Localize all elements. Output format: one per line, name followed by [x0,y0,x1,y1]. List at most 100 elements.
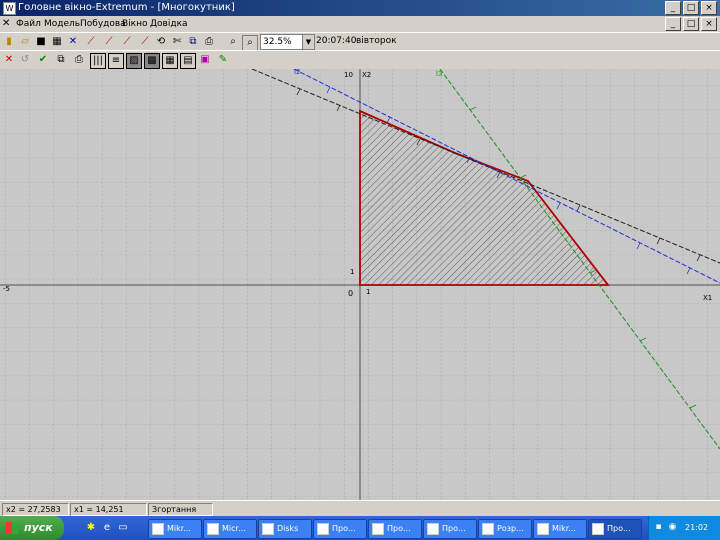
task-label: Micr... [222,524,246,533]
document-icon[interactable]: ✕ [2,18,10,29]
open-icon[interactable]: ▱ [18,35,32,49]
system-tray: ▪ ◉ 21:02 [648,516,720,540]
print-icon[interactable]: ⎙ [202,35,216,49]
task-item[interactable]: Mikr... [148,519,202,539]
task-icon [262,522,274,535]
task-item[interactable]: Mikr... [533,519,587,539]
task-item[interactable]: Disks [258,519,312,539]
fill-diagonal-icon[interactable]: ▨ [126,53,142,69]
menu-model[interactable]: Модель [44,19,80,29]
task-label: Про... [387,524,411,533]
task-icon [207,522,219,535]
quicklaunch-desktop-icon[interactable]: ▭ [116,521,130,535]
task-label: Про... [442,524,466,533]
fill-grid-icon[interactable]: ▦ [162,53,178,69]
zoom-input[interactable]: 32.5% [260,34,304,50]
task-icon [152,522,164,535]
task-label: Про... [607,524,631,533]
task-icon [317,522,329,535]
copy-icon[interactable]: ⧉ [186,35,200,49]
network-icon[interactable]: ◉ [667,522,678,533]
menu-window[interactable]: Вікно [122,19,148,29]
tools-icon[interactable]: ✕ [66,35,80,49]
save-icon[interactable]: ■ [34,35,48,49]
menu-build[interactable]: Побудова [80,19,126,29]
menu-help[interactable]: Довідка [150,19,188,29]
quicklaunch-ie-icon[interactable]: e [100,521,114,535]
green-line-label: l3 [436,70,442,78]
task-label: Mikr... [552,524,576,533]
fill-vertical-icon[interactable]: ||| [90,53,106,69]
status-x1: x1 = 14,251 [70,503,147,516]
task-icon [592,522,604,535]
y-axis-label: X2 [362,71,371,79]
task-item[interactable]: Розр... [478,519,532,539]
task-item[interactable]: Про... [423,519,477,539]
minimize-button[interactable]: _ [665,1,681,15]
undo-icon[interactable]: ↺ [18,53,32,67]
delete-line-icon[interactable]: ✕ [2,53,16,67]
tray-clock: 21:02 [685,523,709,532]
clipboard-icon[interactable]: ⧉ [54,53,68,67]
main-toolbar: ▮ ▱ ■ ▦ ✕ ⟋ ⟋ ⟋ ⟋ ⟲ ✄ ⧉ ⎙ ⌕ ⌕ 32.5% ▼ 20… [0,32,720,51]
app-icon: W [3,2,16,15]
apply-icon[interactable]: ✎ [216,53,230,67]
check-icon[interactable]: ✔ [36,53,50,67]
y-tick-label: 1 [350,268,354,276]
task-icon [482,522,494,535]
quicklaunch-star-icon[interactable]: ✱ [84,521,98,535]
fill-crosshatch-icon[interactable]: ▩ [144,53,160,69]
status-bar: x2 = 27,2583 x1 = 14,251 Згортання [0,500,720,517]
task-label: Про... [332,524,356,533]
task-icon [427,522,439,535]
zoom-out-icon[interactable]: ⌕ [242,35,258,51]
taskbar: пуск ✱ e ▭ Mikr... Micr... Disks Про... … [0,516,720,540]
task-item[interactable]: Про... [368,519,422,539]
y-top-label: 10 [344,71,353,79]
x-axis-label: X1 [703,294,712,302]
fill-horizontal-icon[interactable]: ≡ [108,53,124,69]
menu-file[interactable]: Файл [16,19,41,29]
zoom-dropdown-chevron-icon[interactable]: ▼ [302,34,315,50]
day-readout: вівторок [356,36,397,46]
document-controls: _ □ × [663,17,717,31]
x-tick-label: 1 [366,288,370,296]
transform-icon[interactable]: ⟲ [154,35,168,49]
solve-tool-icon[interactable]: ⟋ [138,35,152,49]
task-item[interactable]: Про... [313,519,367,539]
task-item-active[interactable]: Про... [588,519,642,539]
graph-toolbar: ✕ ↺ ✔ ⧉ ⎙ ||| ≡ ▨ ▩ ▦ ▤ ▣ ✎ [0,50,720,70]
window-titlebar[interactable]: W Головне вікно-Extremum - [Многокутник]… [0,0,720,16]
new-icon[interactable]: ▮ [2,35,16,49]
line-tool-icon[interactable]: ⟋ [84,35,98,49]
window-controls: _ □ × [663,1,717,15]
fill-dense-icon[interactable]: ▤ [180,53,196,69]
task-label: Mikr... [167,524,191,533]
blue-line-label: l2 [294,69,300,76]
task-icon [372,522,384,535]
start-label: пуск [24,521,53,534]
close-button[interactable]: × [701,1,717,15]
wrench-icon[interactable]: ✄ [170,35,184,49]
zoom-in-icon[interactable]: ⌕ [226,35,240,49]
status-state: Згортання [148,503,213,516]
doc-close-button[interactable]: × [701,17,717,31]
doc-maximize-button[interactable]: □ [683,17,699,31]
clock-readout: 20:07:40 [316,36,357,46]
graph-canvas[interactable]: 0 -5 10 X2 1 1 X1 l2 l3 [0,69,720,500]
task-item[interactable]: Micr... [203,519,257,539]
region-tool-icon[interactable]: ⟋ [120,35,134,49]
doc-minimize-button[interactable]: _ [665,17,681,31]
language-icon[interactable]: ▪ [653,522,664,533]
start-button[interactable]: пуск [0,516,64,540]
palette-icon[interactable]: ▣ [198,53,212,67]
maximize-button[interactable]: □ [683,1,699,15]
task-icon [537,522,549,535]
constraint-tool-icon[interactable]: ⟋ [102,35,116,49]
status-x2: x2 = 27,2583 [2,503,69,516]
graph-svg: 0 -5 10 X2 1 1 X1 l2 l3 [0,69,720,500]
table-icon[interactable]: ▦ [50,35,64,49]
printer-icon[interactable]: ⎙ [72,53,86,67]
windows-logo-icon [6,522,18,534]
task-label: Розр... [497,524,524,533]
